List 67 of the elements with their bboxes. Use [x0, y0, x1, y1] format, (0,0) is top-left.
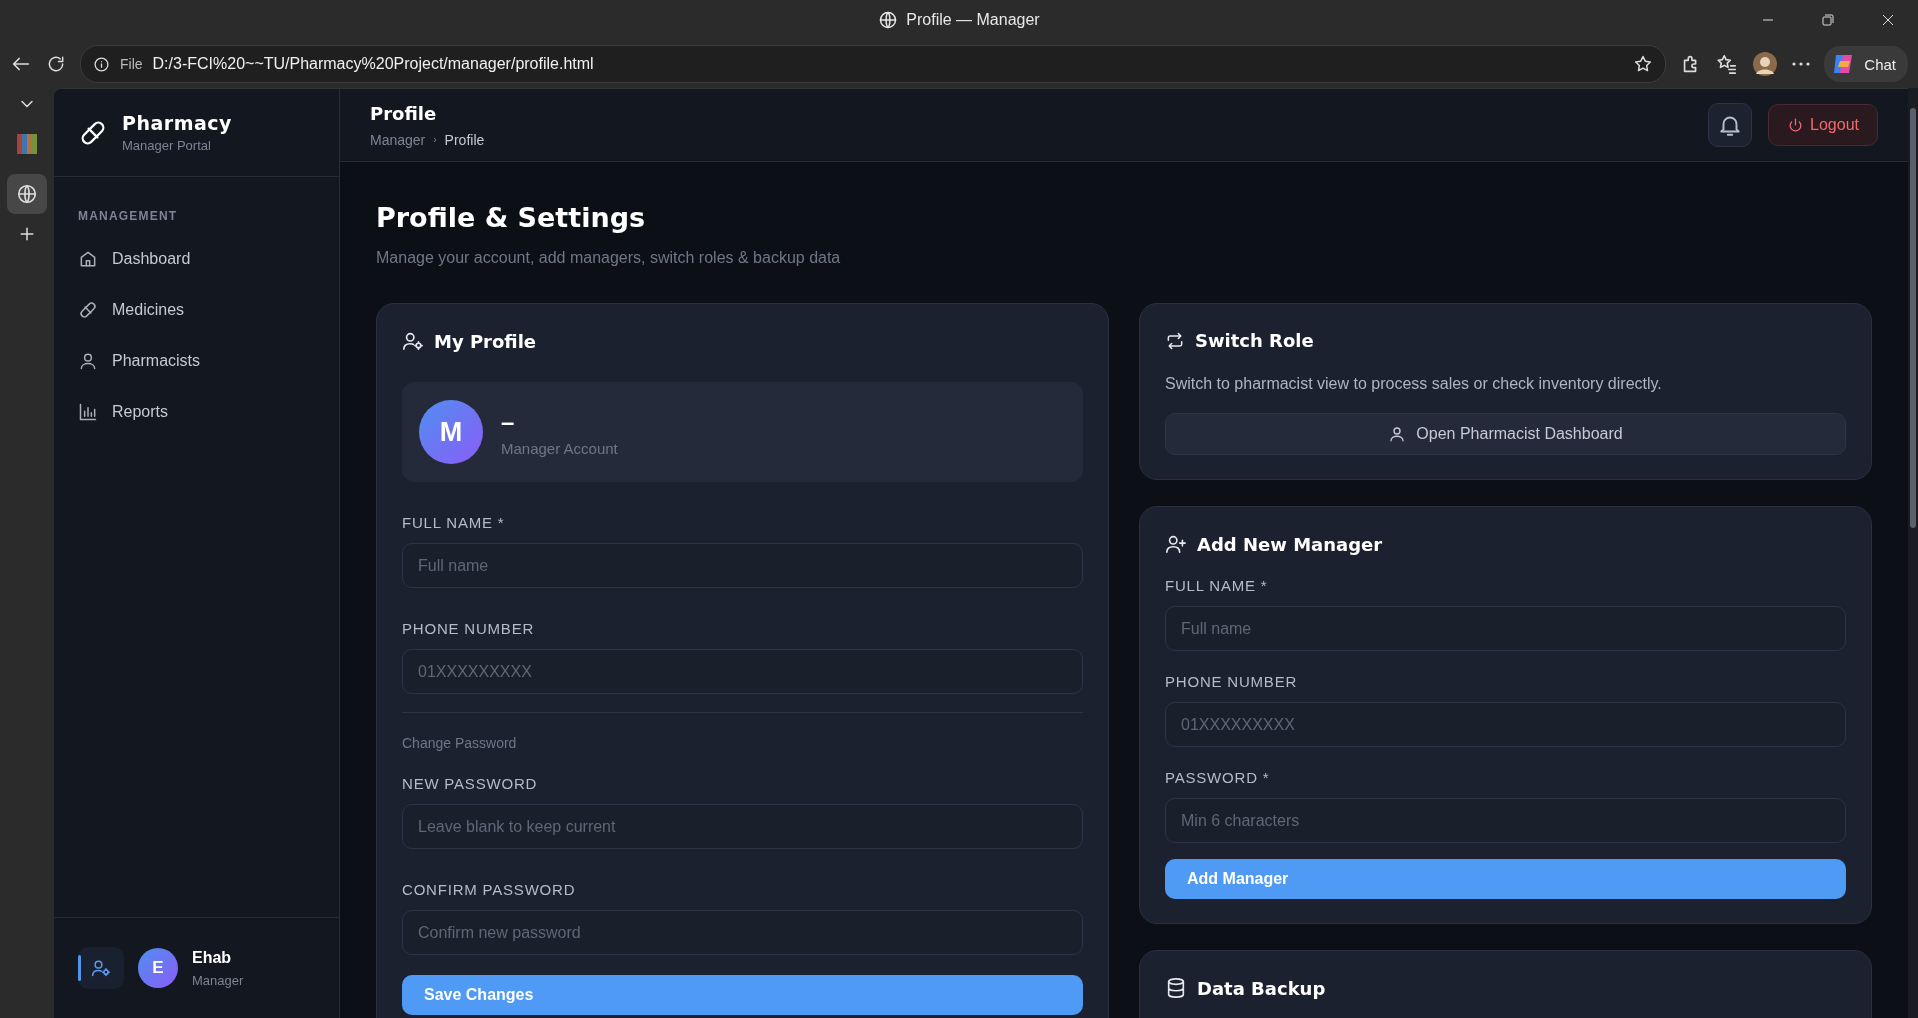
- user-avatar: E: [138, 948, 178, 988]
- url-text: D:/3-FCI%20~~TU/Pharmacy%20Project/manager/profile.html: [152, 55, 595, 73]
- globe-icon: [878, 10, 899, 30]
- card-title: My Profile: [434, 330, 537, 352]
- text-field[interactable]: Confirm new password: [402, 910, 1083, 955]
- card-title: Add New Manager: [1197, 533, 1383, 555]
- profile-name: –: [501, 407, 516, 436]
- sidebar-item[interactable]: Pharmacists: [54, 335, 339, 386]
- notification-button[interactable]: [1708, 103, 1753, 147]
- field-label: NEW PASSWORD: [402, 775, 538, 792]
- globe-icon: [16, 183, 38, 205]
- card-title: Data Backup: [1197, 977, 1326, 999]
- field-label: FULL NAME *: [402, 514, 505, 531]
- database-icon: [1165, 977, 1187, 999]
- section-label: MANAGEMENT: [77, 208, 179, 225]
- page-header-title: Profile: [370, 102, 438, 124]
- sidebar-item[interactable]: Reports: [54, 386, 339, 437]
- star-icon: [1633, 54, 1654, 74]
- text-field[interactable]: Full name: [1165, 606, 1846, 651]
- field-label: PHONE NUMBER: [1165, 673, 1298, 690]
- user-gear-icon: [91, 958, 111, 978]
- text-field[interactable]: 01XXXXXXXXX: [402, 649, 1083, 694]
- profile-avatar: M: [419, 400, 483, 464]
- more-icon[interactable]: [1792, 62, 1811, 66]
- favorites-icon: [1716, 53, 1739, 75]
- text-field[interactable]: Leave blank to keep current: [402, 804, 1083, 849]
- open-dashboard-button[interactable]: Open Pharmacist Dashboard: [1165, 413, 1846, 455]
- favicon-icon: [17, 134, 37, 154]
- user-gear-icon: [402, 330, 424, 352]
- breadcrumb-item[interactable]: Manager: [370, 131, 426, 148]
- sidebar-item[interactable]: Dashboard: [54, 233, 339, 284]
- card-title: Switch Role: [1195, 330, 1314, 351]
- breadcrumb-separator: ›: [433, 134, 437, 145]
- role-button[interactable]: [78, 947, 124, 989]
- bar-chart-icon: [78, 401, 98, 422]
- section-heading: Change Password: [402, 735, 517, 751]
- scrollbar-thumb[interactable]: [1910, 108, 1916, 528]
- address-bar[interactable]: File D:/3-FCI%20~~TU/Pharmacy%20Project/manager/profile.html: [80, 45, 1667, 83]
- window-title: Profile — Manager: [906, 11, 1040, 29]
- text-field[interactable]: Min 6 characters: [1165, 798, 1846, 843]
- info-icon: [93, 55, 110, 73]
- brand-subtitle: Manager Portal: [122, 138, 212, 153]
- logout-button[interactable]: Logout: [1768, 104, 1878, 146]
- field-label: PHONE NUMBER: [402, 620, 535, 637]
- user-name: Ehab: [192, 948, 233, 967]
- reload-icon: [46, 54, 66, 74]
- field-label: FULL NAME *: [1165, 577, 1268, 594]
- profile-avatar-icon[interactable]: [1752, 51, 1779, 77]
- field-label: PASSWORD *: [1165, 769, 1270, 786]
- user-plus-icon: [1165, 533, 1187, 555]
- page-title: Profile & Settings: [376, 202, 647, 233]
- account-type: Manager Account: [501, 439, 618, 457]
- browser-tab[interactable]: [7, 174, 47, 214]
- chat-button[interactable]: Chat: [1824, 46, 1908, 82]
- user-role: Manager: [192, 972, 244, 988]
- user-icon: [1388, 425, 1407, 443]
- brand-name: Pharmacy: [122, 112, 232, 134]
- pill-icon: [78, 299, 98, 320]
- field-label: CONFIRM PASSWORD: [402, 881, 576, 898]
- text-field[interactable]: Full name: [402, 543, 1083, 588]
- card-description: Switch to pharmacist view to process sales or check inventory directly.: [1165, 375, 1663, 393]
- url-scheme: File: [120, 56, 143, 72]
- breadcrumb-item: Profile: [444, 131, 485, 148]
- page-subtitle: Manage your account, add managers, switch roles & backup data: [376, 249, 842, 267]
- sidebar-item[interactable]: Medicines: [54, 284, 339, 335]
- swap-icon: [1165, 330, 1185, 351]
- text-field[interactable]: 01XXXXXXXXX: [1165, 702, 1846, 747]
